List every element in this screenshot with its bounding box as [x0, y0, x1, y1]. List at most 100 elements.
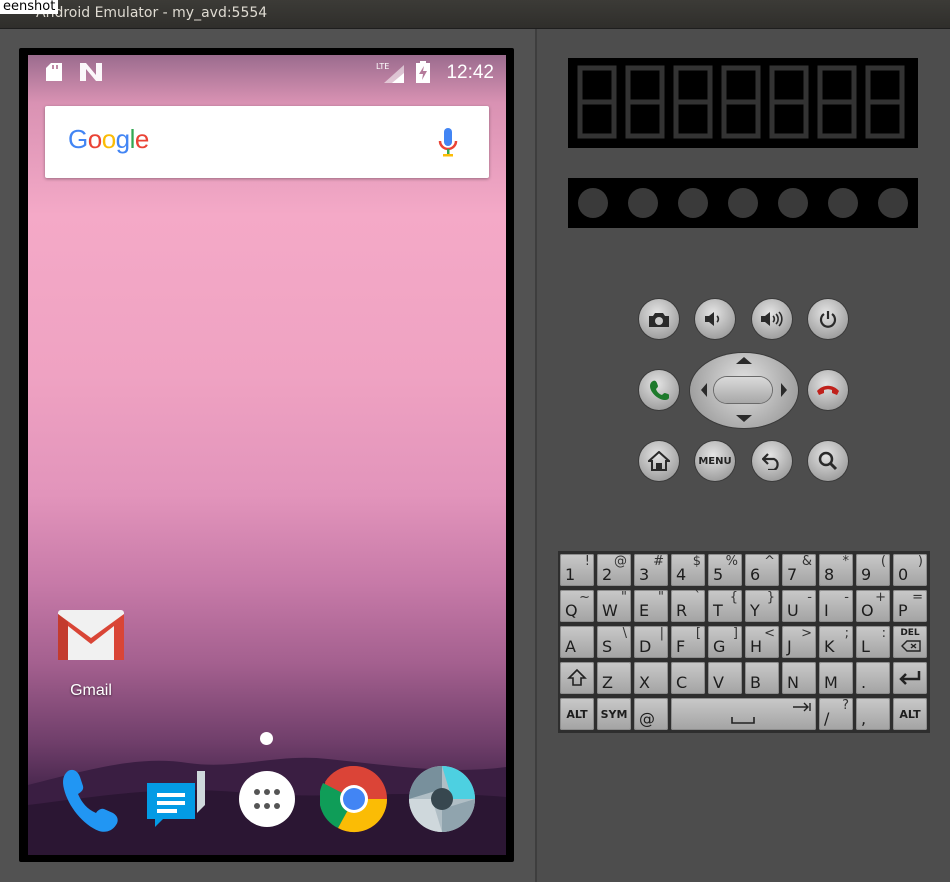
status-time: 12:42 — [446, 62, 494, 83]
dpad-down-icon — [736, 415, 752, 422]
back-button[interactable] — [752, 441, 792, 481]
key-slash[interactable]: /? — [819, 698, 853, 730]
del-label: DEL — [900, 628, 920, 638]
sd-card-icon — [46, 63, 62, 85]
controls-pane — [537, 29, 950, 882]
key-p[interactable]: P = — [893, 590, 927, 622]
key-n[interactable]: N — [782, 662, 816, 694]
key-2[interactable]: 2 @ — [597, 554, 631, 586]
led-indicator — [628, 188, 658, 218]
key-enter[interactable] — [893, 662, 927, 694]
camera-button[interactable] — [639, 299, 679, 339]
shift-icon — [567, 668, 587, 686]
google-logo: Google — [68, 124, 149, 154]
led-indicator — [678, 188, 708, 218]
backspace-icon — [901, 640, 921, 652]
dpad-up-icon — [736, 357, 752, 364]
key-a[interactable]: A — [560, 626, 594, 658]
key-7[interactable]: 7 & — [782, 554, 816, 586]
chrome-app-icon[interactable] — [319, 765, 388, 833]
call-icon — [650, 380, 669, 400]
key-4[interactable]: 4 $ — [671, 554, 705, 586]
key-y[interactable]: Y} — [745, 590, 779, 622]
key-i[interactable]: I- — [819, 590, 853, 622]
camera-app-icon[interactable] — [408, 765, 476, 833]
battery-charging-icon — [416, 61, 430, 87]
window-titlebar: Android Emulator - my_avd:5554 — [0, 0, 950, 29]
led-indicator — [828, 188, 858, 218]
key-m[interactable]: M — [819, 662, 853, 694]
key-z[interactable]: Z — [597, 662, 631, 694]
key-comma[interactable]: , — [856, 698, 890, 730]
app-drawer-icon[interactable] — [233, 765, 301, 833]
key-3[interactable]: 3 # — [634, 554, 668, 586]
key-w[interactable]: W " — [597, 590, 631, 622]
microphone-icon[interactable] — [437, 128, 459, 162]
key-s[interactable]: S \ — [597, 626, 631, 658]
key-k[interactable]: K; — [819, 626, 853, 658]
end-call-button[interactable] — [808, 370, 848, 410]
dpad[interactable] — [690, 353, 798, 428]
key-f[interactable]: F[ — [671, 626, 705, 658]
key-j[interactable]: J > — [782, 626, 816, 658]
device-screen[interactable]: LTE 12:42 Google Gmail — [28, 55, 506, 855]
key-q[interactable]: Q ~ — [560, 590, 594, 622]
messages-app-icon[interactable] — [143, 765, 211, 833]
key-alt-right[interactable]: ALT — [893, 698, 927, 730]
key-period[interactable]: . — [856, 662, 890, 694]
volume-up-button[interactable] — [752, 299, 792, 339]
key-space[interactable] — [671, 698, 816, 730]
key-g[interactable]: G] — [708, 626, 742, 658]
dpad-right-icon — [781, 383, 787, 397]
key-0[interactable]: 0) — [893, 554, 927, 586]
key-h[interactable]: H < — [745, 626, 779, 658]
key-t[interactable]: T{ — [708, 590, 742, 622]
key-1[interactable]: 1! — [560, 554, 594, 586]
key-r[interactable]: R ` — [671, 590, 705, 622]
google-search-bar[interactable]: Google — [45, 106, 489, 178]
camera-icon — [649, 313, 669, 327]
android-n-icon — [80, 63, 102, 85]
screenshot-overlay-label: eenshot — [0, 0, 59, 14]
led-indicator — [578, 188, 608, 218]
back-icon — [762, 453, 779, 470]
key-alt-left[interactable]: ALT — [560, 698, 594, 730]
key-8[interactable]: 8 * — [819, 554, 853, 586]
key-sym[interactable]: SYM — [597, 698, 631, 730]
phone-app-icon[interactable] — [56, 765, 124, 833]
key-x[interactable]: X — [634, 662, 668, 694]
lte-signal-icon: LTE — [376, 61, 404, 87]
key-9[interactable]: 9( — [856, 554, 890, 586]
power-button[interactable] — [808, 299, 848, 339]
gmail-label: Gmail — [70, 682, 112, 699]
key-l[interactable]: L: — [856, 626, 890, 658]
volume-up-icon — [761, 311, 783, 327]
led-indicator — [878, 188, 908, 218]
gmail-app[interactable]: Gmail — [56, 608, 126, 699]
key-o[interactable]: O + — [856, 590, 890, 622]
search-button[interactable] — [808, 441, 848, 481]
menu-button[interactable]: MENU — [695, 441, 735, 481]
key-b[interactable]: B — [745, 662, 779, 694]
key-u[interactable]: U- — [782, 590, 816, 622]
key-6[interactable]: 6 ^ — [745, 554, 779, 586]
key-delete[interactable]: DEL — [893, 626, 927, 658]
volume-down-icon — [705, 312, 720, 326]
key-shift[interactable] — [560, 662, 594, 694]
call-button[interactable] — [639, 370, 679, 410]
search-icon — [818, 451, 838, 471]
key-at[interactable]: @ — [634, 698, 668, 730]
status-bar: LTE 12:42 — [28, 55, 506, 91]
key-5[interactable]: 5% — [708, 554, 742, 586]
home-icon — [648, 451, 670, 471]
key-v[interactable]: V — [708, 662, 742, 694]
key-d[interactable]: D | — [634, 626, 668, 658]
key-e[interactable]: E " — [634, 590, 668, 622]
volume-down-button[interactable] — [695, 299, 735, 339]
dpad-center-button[interactable] — [714, 377, 772, 403]
power-icon — [819, 311, 837, 328]
key-c[interactable]: C — [671, 662, 705, 694]
tab-icon — [793, 702, 811, 712]
home-button[interactable] — [639, 441, 679, 481]
dpad-left-icon — [701, 383, 707, 397]
